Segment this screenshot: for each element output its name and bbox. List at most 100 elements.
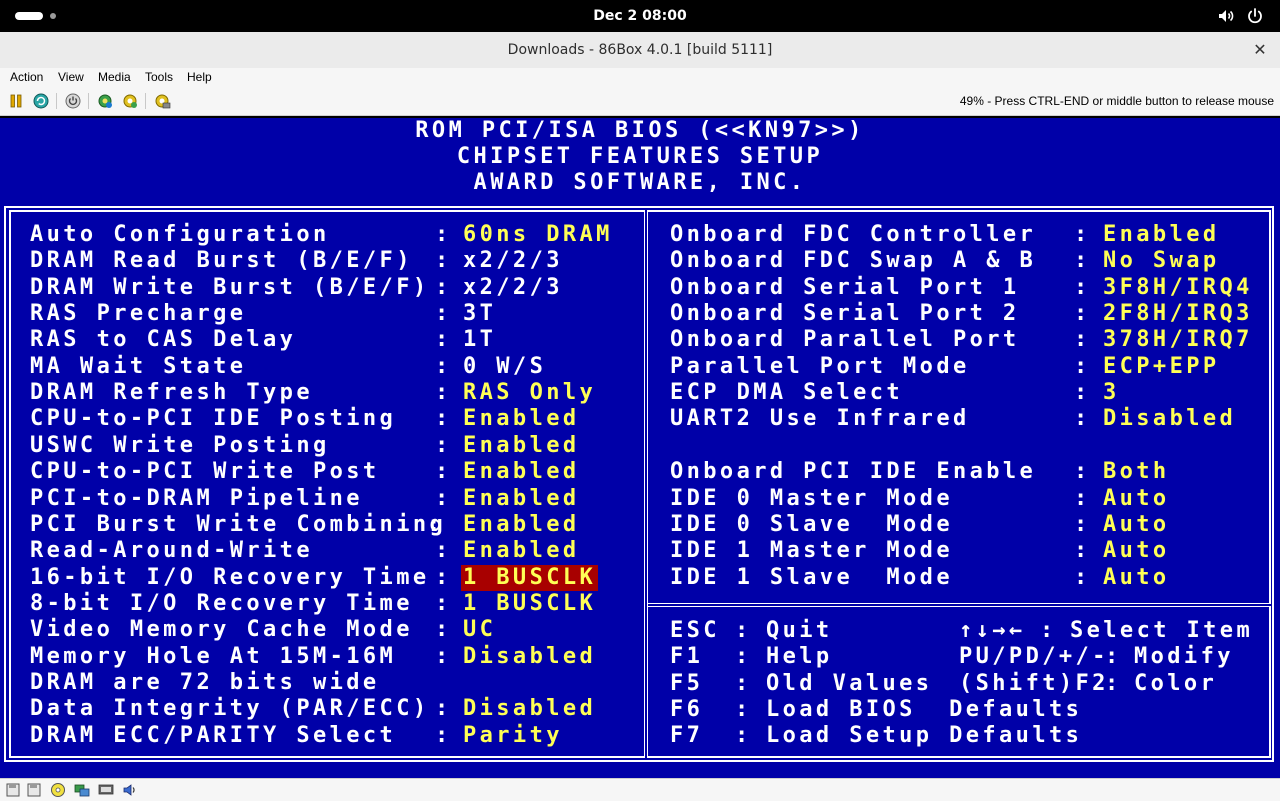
help-key: (Shift)F2 <box>959 670 1109 696</box>
setting-label: Read-Around-Write <box>30 538 313 564</box>
setting-value[interactable]: 378H/IRQ7 <box>1103 327 1253 353</box>
setting-value[interactable]: Enabled <box>463 406 580 432</box>
setting-value[interactable]: Auto <box>1103 512 1170 538</box>
network-icon[interactable] <box>74 782 90 798</box>
sound-icon[interactable] <box>122 782 138 798</box>
setting-value[interactable]: No Swap <box>1103 248 1220 274</box>
help-action: Help <box>766 644 833 670</box>
help-key: F7 <box>670 723 704 749</box>
setting-colon: : <box>435 643 452 669</box>
setting-value[interactable]: Auto <box>1103 538 1170 564</box>
menu-media[interactable]: Media <box>98 68 131 87</box>
help-key: ESC <box>670 618 720 643</box>
help-action: Modify <box>1134 644 1234 670</box>
toolbar-separator <box>56 93 57 109</box>
setting-value[interactable]: 3T <box>463 301 496 327</box>
setting-value[interactable]: 0 W/S <box>463 354 546 380</box>
help-key: F6 <box>670 697 704 723</box>
power-icon[interactable] <box>64 92 82 110</box>
help-colon: : <box>1105 670 1122 696</box>
setting-colon: : <box>1074 274 1091 300</box>
setting-colon: : <box>1074 248 1091 274</box>
setting-colon: : <box>435 564 452 590</box>
setting-colon: : <box>435 459 452 485</box>
setting-colon: : <box>435 432 452 458</box>
setting-value[interactable]: Enabled <box>463 459 580 485</box>
help-key: F5 <box>670 670 704 696</box>
setting-label: Data Integrity (PAR/ECC) <box>30 696 430 722</box>
setting-value[interactable]: x2/2/3 <box>463 275 563 301</box>
setting-value[interactable]: Enabled <box>463 512 580 538</box>
setting-label: Onboard PCI IDE Enable <box>670 459 1037 485</box>
bios-screen[interactable]: ROM PCI/ISA BIOS (<<KN97>>) CHIPSET FEAT… <box>0 118 1280 778</box>
setting-value[interactable]: Enabled <box>463 486 580 512</box>
setting-value[interactable]: Enabled <box>463 433 580 459</box>
close-icon[interactable]: ✕ <box>1250 40 1270 60</box>
setting-value[interactable]: Enabled <box>463 538 580 564</box>
setting-value[interactable]: Disabled <box>1103 406 1236 432</box>
power-menu-icon[interactable] <box>1246 7 1264 25</box>
setting-value[interactable]: Auto <box>1103 486 1170 512</box>
setting-colon: : <box>435 722 452 748</box>
setting-label: CPU-to-PCI IDE Posting <box>30 406 397 432</box>
menu-tools[interactable]: Tools <box>145 68 173 87</box>
setting-colon: : <box>435 274 452 300</box>
setting-label: Onboard Parallel Port <box>670 327 1020 353</box>
setting-value[interactable]: 2F8H/IRQ3 <box>1103 301 1253 327</box>
help-key: F1 <box>670 644 704 670</box>
bios-title: ROM PCI/ISA BIOS (<<KN97>>) <box>415 118 865 143</box>
menu-help[interactable]: Help <box>187 68 212 87</box>
menu-view[interactable]: View <box>58 68 84 87</box>
setting-value[interactable]: 1 BUSCLK <box>463 591 596 617</box>
setting-value[interactable]: 1T <box>463 327 496 353</box>
setting-colon: : <box>1074 406 1091 432</box>
setting-label: USWC Write Posting <box>30 432 330 458</box>
setting-value[interactable]: 3 <box>1103 380 1120 406</box>
floppy-icon[interactable] <box>5 782 21 798</box>
help-colon: : <box>735 670 752 696</box>
setting-colon: : <box>435 222 452 247</box>
device-status-bar <box>0 778 1280 801</box>
setting-colon: : <box>435 617 452 643</box>
setting-label: Parallel Port Mode <box>670 353 970 379</box>
setting-label: Onboard Serial Port 1 <box>670 274 1020 300</box>
setting-value-selected[interactable]: 1 BUSCLK <box>461 564 599 591</box>
clock[interactable]: Dec 2 08:00 <box>0 0 1280 32</box>
setting-label: IDE 0 Master Mode <box>670 485 953 511</box>
toolbar: 49% - Press CTRL-END or middle button to… <box>0 87 1280 116</box>
setting-value[interactable]: RAS Only <box>463 380 596 406</box>
settings-alt-icon[interactable] <box>121 92 139 110</box>
settings-icon[interactable] <box>96 92 114 110</box>
setting-value[interactable]: ECP+EPP <box>1103 354 1220 380</box>
pause-icon[interactable] <box>7 92 25 110</box>
setting-colon: : <box>435 590 452 616</box>
volume-icon[interactable] <box>1217 7 1235 25</box>
help-colon: : <box>735 644 752 670</box>
setting-colon: : <box>435 248 452 274</box>
help-action: Load BIOS Defaults <box>766 697 1083 723</box>
setting-value[interactable]: Parity <box>463 723 563 749</box>
setting-value[interactable]: Both <box>1103 459 1170 485</box>
setting-value[interactable]: x2/2/3 <box>463 248 563 274</box>
setting-value[interactable]: Enabled <box>1103 222 1220 248</box>
help-colon: : <box>735 697 752 723</box>
hdd-settings-icon[interactable] <box>153 92 171 110</box>
setting-label: Memory Hole At 15M-16M <box>30 643 397 669</box>
bios-column-divider <box>644 210 648 758</box>
setting-value[interactable]: 60ns DRAM <box>463 222 613 248</box>
setting-value[interactable]: 3F8H/IRQ4 <box>1103 275 1253 301</box>
display-icon[interactable] <box>98 782 114 798</box>
setting-value[interactable]: Disabled <box>463 696 596 722</box>
setting-value[interactable]: UC <box>463 617 496 643</box>
floppy-2-icon[interactable] <box>26 782 42 798</box>
cdrom-icon[interactable] <box>50 782 66 798</box>
setting-value[interactable]: Disabled <box>463 644 596 670</box>
setting-value[interactable]: Auto <box>1103 565 1170 591</box>
reset-icon[interactable] <box>32 92 50 110</box>
setting-label: DRAM ECC/PARITY Select <box>30 722 397 748</box>
menu-action[interactable]: Action <box>10 68 43 87</box>
setting-colon: : <box>435 353 452 379</box>
help-colon: : <box>735 723 752 749</box>
help-key: ↑↓→← <box>959 618 1026 643</box>
window-titlebar: Downloads - 86Box 4.0.1 [build 5111] ✕ <box>0 32 1280 69</box>
